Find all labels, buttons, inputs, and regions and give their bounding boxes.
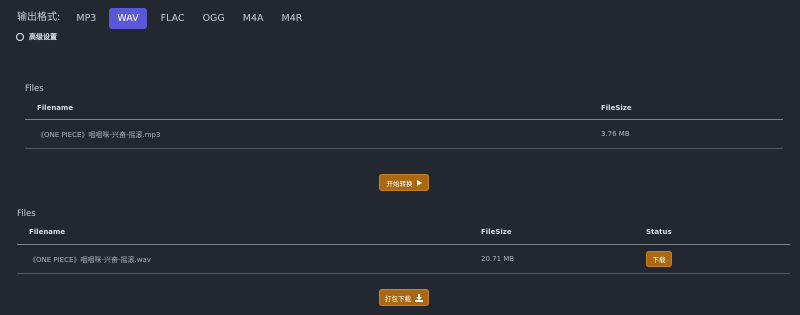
download-icon [415, 293, 423, 302]
input-row-filesize: 3.76 MB [601, 130, 630, 138]
input-files-title: Files [25, 84, 44, 94]
output-row-filesize: 20.71 MB [481, 255, 515, 263]
format-option-ogg[interactable]: OGG [194, 8, 234, 29]
output-row-filename: 《ONE PIECE》咽咽咪-兴奋-摇滚.wav [29, 256, 151, 264]
format-label: 输出格式: [17, 11, 61, 23]
format-option-wav[interactable]: WAV [109, 7, 147, 29]
start-convert-button[interactable]: 开始转换 [379, 174, 429, 191]
advanced-settings-label: 高级设置 [29, 33, 57, 41]
format-selector: 输出格式: MP3 WAV FLAC OGG M4A M4R [17, 7, 311, 29]
output-row-divider [17, 273, 790, 274]
radio-icon[interactable] [16, 33, 24, 41]
input-header-filename: Filename [37, 104, 74, 112]
output-header-status: Status [646, 228, 672, 236]
input-header-divider [25, 119, 783, 120]
output-files-title: Files [17, 209, 36, 219]
input-row-filename: 《ONE PIECE》咽咽咪-兴奋-摇滚.mp3 [37, 131, 161, 139]
format-option-m4a[interactable]: M4A [234, 8, 273, 29]
output-header-filename: Filename [29, 228, 66, 236]
input-row-divider [25, 148, 783, 149]
pack-download-button[interactable]: 打包下载 [379, 289, 429, 306]
format-option-flac[interactable]: FLAC [152, 8, 194, 29]
advanced-settings-toggle[interactable]: 高级设置 [16, 32, 57, 42]
play-icon [416, 179, 422, 186]
download-button[interactable]: 下载 [646, 251, 672, 267]
output-header-filesize: FileSize [481, 228, 512, 236]
format-option-mp3[interactable]: MP3 [67, 8, 105, 29]
output-header-divider [17, 244, 790, 245]
start-convert-label: 开始转换 [386, 179, 413, 188]
format-option-m4r[interactable]: M4R [273, 8, 312, 29]
input-header-filesize: FileSize [601, 104, 632, 112]
pack-download-label: 打包下载 [385, 294, 411, 303]
